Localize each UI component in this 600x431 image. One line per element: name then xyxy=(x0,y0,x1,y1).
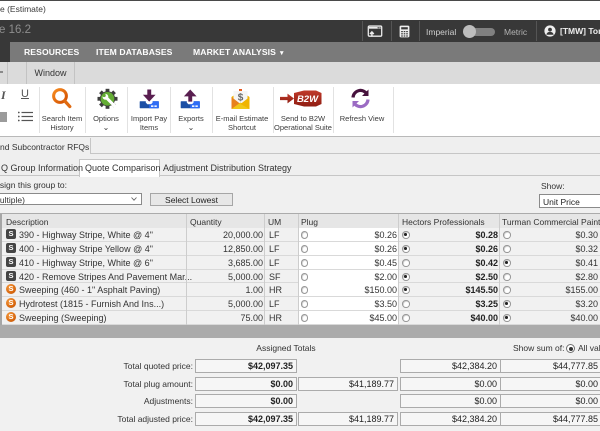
svg-text:$: $ xyxy=(238,93,244,104)
svg-text:B2W: B2W xyxy=(297,94,319,105)
